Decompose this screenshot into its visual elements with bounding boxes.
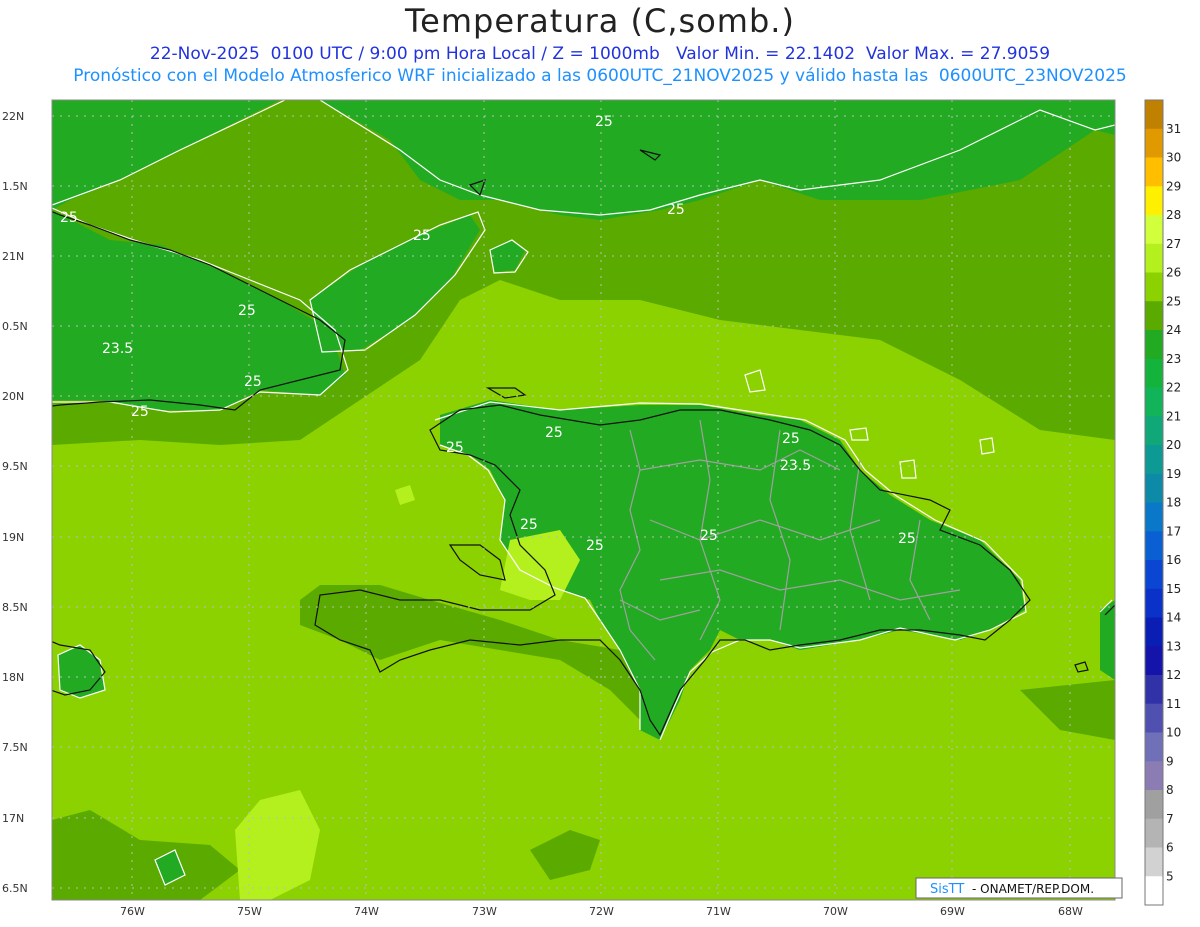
lat-label: 20N bbox=[2, 390, 24, 403]
colorbar-swatch bbox=[1145, 675, 1163, 705]
lon-label: 70W bbox=[823, 905, 848, 918]
colorbar-label: 25 bbox=[1166, 294, 1181, 308]
colorbar-swatch bbox=[1145, 128, 1163, 158]
colorbar-swatch bbox=[1145, 215, 1163, 245]
colorbar-label: 24 bbox=[1166, 323, 1181, 337]
colorbar-label: 8 bbox=[1166, 783, 1174, 797]
colorbar-label: 17 bbox=[1166, 524, 1181, 538]
longitude-axis: 76W 75W 74W 73W 72W 71W 70W 69W 68W bbox=[120, 905, 1083, 918]
colorbar-swatch bbox=[1145, 301, 1163, 331]
credit-text: - ONAMET/REP.DOM. bbox=[972, 882, 1094, 896]
colorbar-swatch bbox=[1145, 790, 1163, 820]
colorbar-label: 27 bbox=[1166, 237, 1181, 251]
lat-label: 9.5N bbox=[2, 460, 28, 473]
lon-label: 71W bbox=[706, 905, 731, 918]
colorbar-swatch bbox=[1145, 646, 1163, 676]
contour-label: 23.5 bbox=[780, 458, 811, 474]
colorbar-swatch bbox=[1145, 473, 1163, 503]
lon-label: 76W bbox=[120, 905, 145, 918]
colorbar-label: 6 bbox=[1166, 841, 1174, 855]
contour-label: 25 bbox=[595, 114, 613, 130]
contour-label: 25 bbox=[60, 210, 78, 226]
contour-label: 25 bbox=[700, 528, 718, 544]
colorbar-label: 11 bbox=[1166, 697, 1181, 711]
colorbar-swatch bbox=[1145, 445, 1163, 475]
colorbar-swatch bbox=[1145, 876, 1163, 906]
lat-label: 7.5N bbox=[2, 741, 28, 754]
colorbar-swatch bbox=[1145, 157, 1163, 187]
contour-label: 25 bbox=[898, 531, 916, 547]
lat-label: 8.5N bbox=[2, 601, 28, 614]
colorbar-swatch bbox=[1145, 588, 1163, 618]
colorbar-swatch bbox=[1145, 818, 1163, 848]
contour-label: 25 bbox=[782, 431, 800, 447]
colorbar-label: 26 bbox=[1166, 266, 1181, 280]
map-canvas: 25 25 25 23.5 25 25 25 25 25 23.5 25 25 … bbox=[2, 99, 1181, 918]
colorbar-swatch bbox=[1145, 703, 1163, 733]
colorbar-swatch bbox=[1145, 617, 1163, 647]
colorbar-label: 22 bbox=[1166, 381, 1181, 395]
colorbar-label: 18 bbox=[1166, 496, 1181, 510]
colorbar-label: 15 bbox=[1166, 582, 1181, 596]
colorbar-swatch bbox=[1145, 100, 1163, 130]
colorbar: 31 30 29 28 27 26 25 24 23 22 21 20 19 18 17 16 15 14 13 12… bbox=[1144, 99, 1181, 906]
colorbar-label: 29 bbox=[1166, 179, 1181, 193]
lat-label: 17N bbox=[2, 812, 24, 825]
lat-label: 0.5N bbox=[2, 320, 28, 333]
lat-label: 1.5N bbox=[2, 180, 28, 193]
lon-label: 73W bbox=[472, 905, 497, 918]
colorbar-swatch bbox=[1145, 531, 1163, 561]
colorbar-label: 5 bbox=[1166, 869, 1174, 883]
colorbar-label: 7 bbox=[1166, 812, 1174, 826]
lat-label: 22N bbox=[2, 110, 24, 123]
credit-brand: SisTT bbox=[930, 882, 964, 897]
lat-label: 6.5N bbox=[2, 882, 28, 895]
colorbar-swatch bbox=[1145, 272, 1163, 302]
contour-label: 25 bbox=[667, 202, 685, 218]
lon-label: 69W bbox=[940, 905, 965, 918]
contour-label: 25 bbox=[520, 517, 538, 533]
lon-label: 72W bbox=[589, 905, 614, 918]
contour-label: 25 bbox=[446, 440, 464, 456]
colorbar-swatch bbox=[1145, 330, 1163, 360]
colorbar-label: 10 bbox=[1166, 726, 1181, 740]
colorbar-label: 23 bbox=[1166, 352, 1181, 366]
contour-label: 25 bbox=[131, 404, 149, 420]
latitude-axis: 22N 1.5N 21N 0.5N 20N 9.5N 19N 8.5N 18N … bbox=[2, 110, 28, 895]
colorbar-label: 13 bbox=[1166, 639, 1181, 653]
colorbar-label: 14 bbox=[1166, 611, 1181, 625]
colorbar-label: 21 bbox=[1166, 409, 1181, 423]
colorbar-label: 31 bbox=[1166, 122, 1181, 136]
contour-label: 25 bbox=[413, 228, 431, 244]
colorbar-label: 28 bbox=[1166, 208, 1181, 222]
contour-label: 23.5 bbox=[102, 341, 133, 357]
colorbar-label: 16 bbox=[1166, 553, 1181, 567]
colorbar-swatch bbox=[1145, 502, 1163, 532]
colorbar-label: 9 bbox=[1166, 754, 1174, 768]
colorbar-swatch bbox=[1145, 761, 1163, 791]
colorbar-label: 19 bbox=[1166, 467, 1181, 481]
lat-label: 19N bbox=[2, 531, 24, 544]
lon-label: 68W bbox=[1058, 905, 1083, 918]
contour-label: 25 bbox=[244, 374, 262, 390]
colorbar-swatch bbox=[1145, 358, 1163, 388]
colorbar-swatch bbox=[1145, 186, 1163, 216]
contour-label: 25 bbox=[545, 425, 563, 441]
colorbar-swatch bbox=[1145, 243, 1163, 273]
colorbar-swatch bbox=[1145, 847, 1163, 877]
colorbar-label: 30 bbox=[1166, 151, 1181, 165]
credit-box: SisTT - ONAMET/REP.DOM. bbox=[915, 877, 1123, 899]
colorbar-label: 12 bbox=[1166, 668, 1181, 682]
lat-label: 18N bbox=[2, 671, 24, 684]
lon-label: 75W bbox=[237, 905, 262, 918]
colorbar-swatch bbox=[1145, 416, 1163, 446]
contour-label: 25 bbox=[586, 538, 604, 554]
colorbar-label: 20 bbox=[1166, 438, 1181, 452]
colorbar-swatch bbox=[1145, 732, 1163, 762]
colorbar-swatch bbox=[1145, 560, 1163, 590]
contour-label: 25 bbox=[238, 303, 256, 319]
lat-label: 21N bbox=[2, 250, 24, 263]
colorbar-swatch bbox=[1145, 387, 1163, 417]
lon-label: 74W bbox=[354, 905, 379, 918]
